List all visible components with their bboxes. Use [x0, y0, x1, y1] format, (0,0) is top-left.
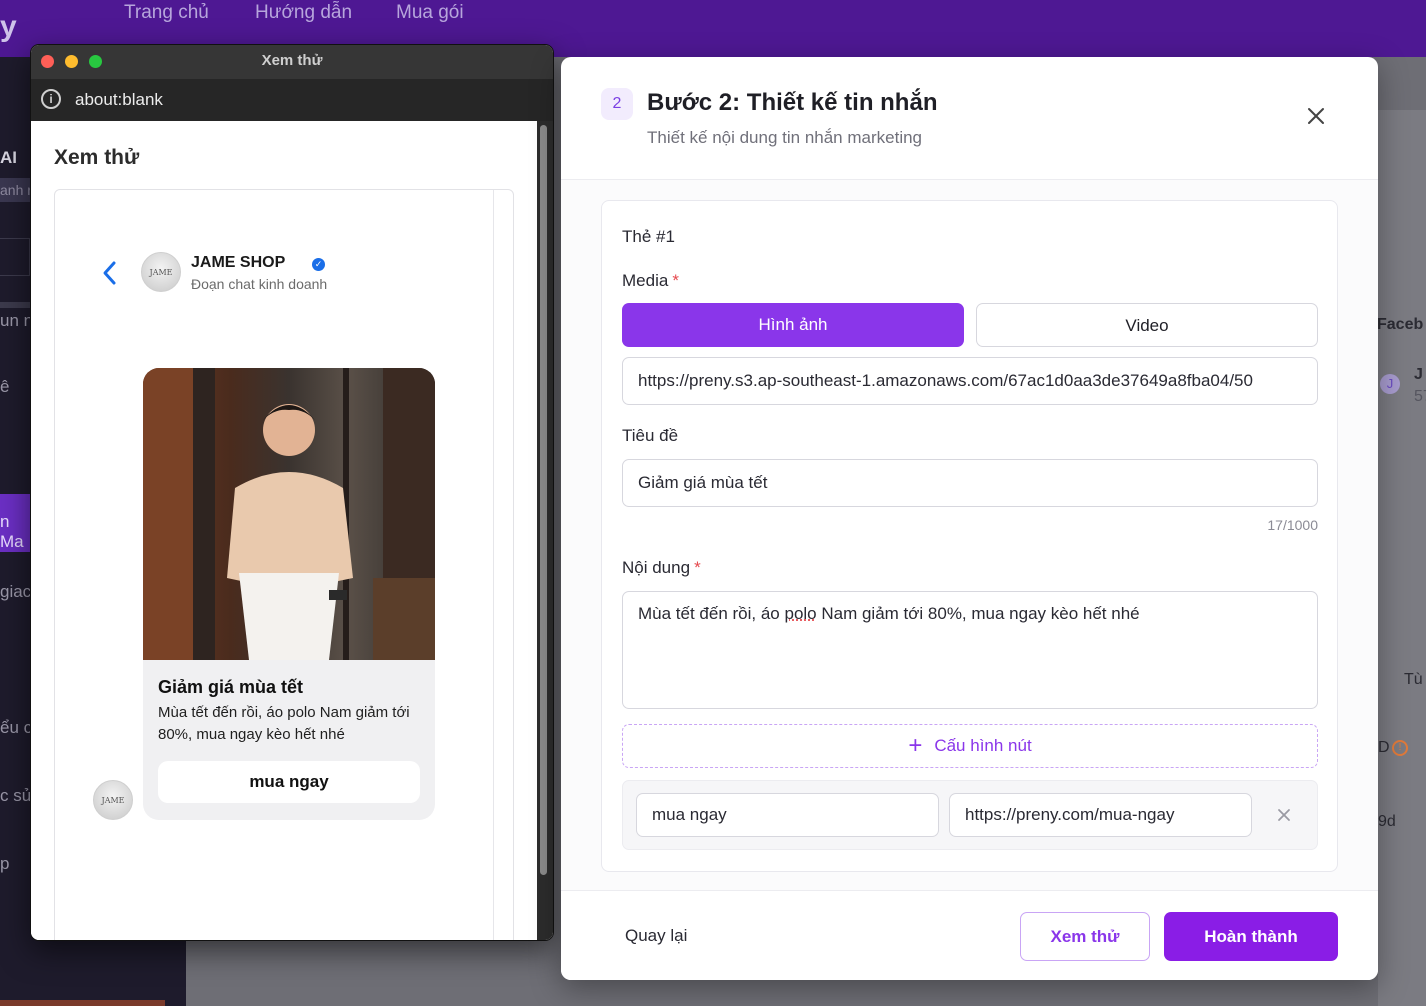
product-image: [143, 368, 435, 660]
back-button[interactable]: Quay lại: [625, 926, 687, 946]
background-right-fragment-d: D: [1378, 739, 1390, 756]
modal-subtitle: Thiết kế nội dung tin nhắn marketing: [647, 128, 923, 147]
cta-button-row: mua ngay https://preny.com/mua-ngay: [622, 780, 1318, 850]
info-icon[interactable]: i: [41, 89, 61, 109]
title-input[interactable]: Giảm giá mùa tết: [622, 459, 1318, 507]
shop-name: JAME SHOP: [191, 254, 286, 271]
background-bottom-strip: [0, 1000, 165, 1006]
sidebar-fragment-3[interactable]: un n: [0, 311, 33, 331]
configure-button-label: Cấu hình nút: [934, 736, 1032, 755]
background-right-panel: [1378, 110, 1426, 1006]
sidebar-divider: [0, 302, 30, 308]
background-right-fragment-j: J: [1414, 366, 1423, 383]
sidebar-fragment-8[interactable]: c sử: [0, 786, 33, 806]
sidebar-fragment-box: [0, 238, 30, 276]
modal-body: Thẻ #1 Media * Hình ảnh Video https://pre…: [561, 180, 1378, 890]
verified-icon: ✓: [312, 258, 325, 271]
sender-avatar: JAME: [93, 780, 133, 820]
required-mark: *: [672, 271, 679, 290]
content-text-flagged-word: polo: [784, 604, 817, 623]
media-video-option[interactable]: Video: [976, 303, 1318, 347]
card-form: Thẻ #1 Media * Hình ảnh Video https://pre…: [601, 200, 1338, 872]
background-right-avatar: J: [1380, 374, 1400, 394]
design-message-modal: 2 Bước 2: Thiết kế tin nhắn Thiết kế nội…: [561, 57, 1378, 980]
plus-icon: +: [908, 732, 923, 759]
sidebar-fragment-7[interactable]: ểu c: [0, 718, 32, 738]
background-right-fragment-9d: 9d: [1378, 813, 1396, 830]
logo-fragment: y: [0, 10, 17, 43]
sender-avatar-text: JAME: [101, 796, 125, 805]
card-body: Mùa tết đến rồi, áo polo Nam giảm tới 80…: [158, 704, 410, 743]
content-label-text: Nội dung: [622, 558, 691, 577]
card-label: Thẻ #1: [622, 227, 675, 246]
content-text-part-2: Nam giảm tới 80%, mua ngay kèo hết nhé: [816, 604, 1140, 623]
media-url-input[interactable]: https://preny.s3.ap-southeast-1.amazonaw…: [622, 357, 1318, 405]
modal-footer: Quay lại Xem thử Hoàn thành: [561, 890, 1378, 980]
preview-inner-divider: [493, 190, 494, 940]
configure-button-button[interactable]: + Cấu hình nút: [622, 724, 1318, 768]
nav-home[interactable]: Trang chủ: [124, 2, 209, 24]
sidebar-fragment-6[interactable]: giac: [0, 582, 31, 602]
sidebar-fragment-9[interactable]: p: [0, 854, 9, 874]
media-image-option[interactable]: Hình ảnh: [622, 303, 964, 347]
media-label-text: Media: [622, 271, 669, 290]
media-label: Media *: [622, 271, 679, 291]
background-right-fragment-tu: Tù: [1404, 671, 1423, 688]
sidebar-fragment-chip: anh r: [0, 178, 32, 202]
sidebar-fragment-ai: AI: [0, 148, 17, 167]
content-textarea[interactable]: Mùa tết đến rồi, áo polo Nam giảm tới 80…: [622, 591, 1318, 709]
address-url[interactable]: about:blank: [75, 90, 163, 110]
preview-button[interactable]: Xem thử: [1020, 912, 1150, 961]
preview-page-title: Xem thử: [54, 146, 140, 169]
sidebar-fragment-4[interactable]: ê: [0, 377, 9, 397]
product-photo-illustration: [143, 368, 435, 660]
step-badge: 2: [601, 88, 633, 120]
scrollbar-thumb[interactable]: [540, 125, 547, 875]
message-card: Giảm giá mùa tết Mùa tết đến rồi, áo pol…: [143, 368, 435, 820]
back-chevron-icon[interactable]: [99, 258, 121, 288]
button-text-input[interactable]: mua ngay: [636, 793, 939, 837]
background-right-fragment-facebook: Faceb: [1377, 316, 1424, 333]
preview-browser-window: Xem thử i about:blank Xem thử JAME JAME …: [30, 44, 554, 941]
card-cta-button[interactable]: mua ngay: [158, 761, 420, 803]
shop-avatar-text: JAME: [149, 268, 173, 277]
required-mark: *: [694, 558, 701, 577]
close-icon[interactable]: [1304, 104, 1328, 128]
title-counter: 17/1000: [1267, 517, 1318, 533]
shop-subtitle: Đoạn chat kinh doanh: [191, 276, 328, 292]
content-label: Nội dung *: [622, 558, 701, 578]
background-right-fragment-57: 57: [1414, 388, 1426, 405]
button-url-input[interactable]: https://preny.com/mua-ngay: [949, 793, 1252, 837]
finish-button[interactable]: Hoàn thành: [1164, 912, 1338, 961]
messenger-preview: JAME JAME SHOP ✓ Đoạn chat kinh doanh Gi…: [54, 189, 514, 940]
shop-avatar: JAME: [141, 252, 181, 292]
warning-icon: !: [1392, 740, 1408, 756]
nav-pricing[interactable]: Mua gói: [396, 2, 464, 24]
modal-title: Bước 2: Thiết kế tin nhắn: [647, 89, 938, 116]
preview-page: Xem thử JAME JAME SHOP ✓ Đoạn chat kinh …: [31, 121, 553, 940]
window-titlebar: Xem thử: [31, 45, 553, 79]
card-title: Giảm giá mùa tết: [158, 677, 304, 697]
title-label: Tiêu đề: [622, 426, 679, 445]
address-bar[interactable]: i about:blank: [31, 79, 553, 121]
remove-icon[interactable]: [1274, 805, 1294, 825]
window-title: Xem thử: [261, 52, 323, 69]
content-text-part-1: Mùa tết đến rồi, áo: [638, 604, 785, 623]
nav-guide[interactable]: Hướng dẫn: [255, 2, 352, 24]
